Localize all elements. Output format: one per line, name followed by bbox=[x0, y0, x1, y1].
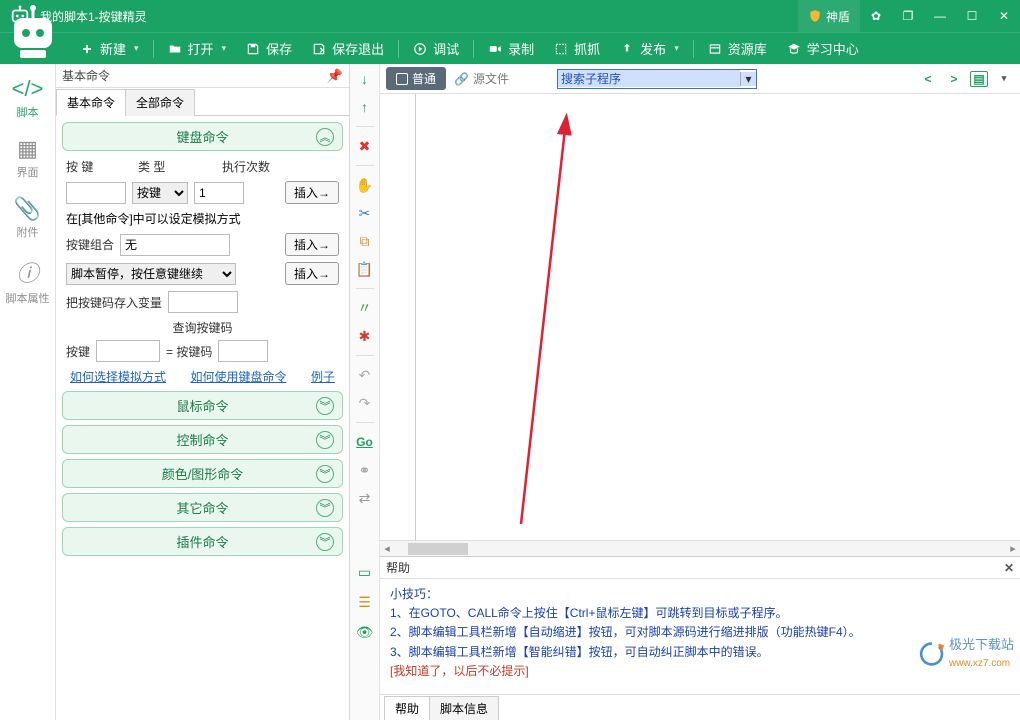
rail-attach[interactable]: 📎附件 bbox=[0, 190, 56, 248]
record-button[interactable]: 录制 bbox=[478, 33, 544, 64]
section-keyboard[interactable]: 键盘命令︽ bbox=[62, 122, 343, 151]
debug-button[interactable]: 调试 bbox=[403, 33, 469, 64]
hand-icon[interactable]: ✋ bbox=[354, 174, 376, 196]
mode-source[interactable]: 🔗源文件 bbox=[454, 70, 509, 87]
save-button[interactable]: 保存 bbox=[236, 33, 302, 64]
window-title: 我的脚本1-按键精灵 bbox=[40, 8, 798, 25]
help-tip-header: 小技巧： bbox=[390, 585, 1010, 604]
save-exit-button[interactable]: 保存退出 bbox=[302, 33, 394, 64]
find-icon[interactable]: ⚭ bbox=[354, 459, 376, 481]
bottom-tab-help[interactable]: 帮助 bbox=[384, 696, 430, 720]
section-mouse[interactable]: 鼠标命令︾ bbox=[62, 391, 343, 420]
help-eye-icon[interactable]: 👁 bbox=[355, 622, 375, 642]
insert-button-1[interactable]: 插入→ bbox=[285, 181, 339, 204]
layout-caret[interactable]: ▾ bbox=[994, 69, 1014, 89]
help-dismiss[interactable]: [我知道了，以后不必提示] bbox=[390, 662, 1010, 681]
tab-basic-cmd[interactable]: 基本命令 bbox=[56, 89, 126, 116]
shield-label: 神盾 bbox=[826, 8, 850, 25]
move-up-icon[interactable]: ↑ bbox=[354, 96, 376, 118]
pause-select[interactable]: 脚本暂停，按任意键继续 bbox=[66, 263, 236, 285]
mode-normal[interactable]: 普通 bbox=[386, 67, 446, 90]
key2-input[interactable] bbox=[96, 340, 160, 362]
help-line-3: 3、脚本编辑工具栏新增【智能纠错】按钮，可自动纠正脚本中的错误。 bbox=[390, 643, 1010, 662]
cmd-header: 基本命令 bbox=[62, 67, 110, 84]
help-info-icon[interactable]: ☰ bbox=[355, 592, 375, 612]
section-control[interactable]: 控制命令︾ bbox=[62, 425, 343, 454]
school-button[interactable]: 学习中心 bbox=[777, 33, 869, 64]
chevron-down-icon: ︾ bbox=[316, 499, 334, 517]
chevron-down-icon: ︾ bbox=[316, 431, 334, 449]
cut-icon[interactable]: ✂ bbox=[354, 202, 376, 224]
var-input[interactable] bbox=[168, 291, 238, 313]
open-button[interactable]: 打开▾ bbox=[158, 33, 237, 64]
help-title: 帮助 bbox=[386, 559, 410, 576]
undo-icon[interactable]: ↶ bbox=[354, 364, 376, 386]
layout-icon[interactable]: ▤ bbox=[970, 71, 988, 87]
rail-props[interactable]: ⓘ脚本属性 bbox=[0, 250, 56, 314]
editor-gutter bbox=[380, 94, 416, 540]
window-restore-icon[interactable]: ❐ bbox=[892, 0, 924, 32]
shield-button[interactable]: 神盾 bbox=[798, 0, 860, 32]
dropdown-icon[interactable]: ▾ bbox=[740, 72, 756, 86]
chevron-up-icon: ︽ bbox=[316, 128, 334, 146]
section-other[interactable]: 其它命令︾ bbox=[62, 493, 343, 522]
keycode-output[interactable] bbox=[218, 340, 268, 362]
rail-script[interactable]: </>脚本 bbox=[0, 70, 56, 128]
copy-icon[interactable]: ⧉ bbox=[354, 230, 376, 252]
replace-icon[interactable]: ⇄ bbox=[354, 487, 376, 509]
help-close-icon[interactable]: ✕ bbox=[1004, 561, 1014, 575]
key-input[interactable] bbox=[66, 182, 126, 204]
help-line-2: 2、脚本编辑工具栏新增【自动缩进】按钮，可对脚本源码进行缩进排版（功能热键F4）… bbox=[390, 623, 1010, 642]
app-icon-large bbox=[8, 4, 58, 60]
grab-button[interactable]: 抓抓 bbox=[544, 33, 610, 64]
search-subroutine[interactable]: 搜索子程序▾ bbox=[557, 69, 757, 89]
combo-input[interactable] bbox=[120, 234, 230, 256]
section-color[interactable]: 颜色/图形命令︾ bbox=[62, 459, 343, 488]
link-kb-cmd[interactable]: 如何使用键盘命令 bbox=[190, 368, 286, 385]
chevron-down-icon: ︾ bbox=[316, 397, 334, 415]
move-down-icon[interactable]: ↓ bbox=[354, 68, 376, 90]
uncomment-icon[interactable]: ✱ bbox=[354, 325, 376, 347]
pin-icon[interactable]: 📌 bbox=[327, 68, 343, 84]
comment-icon[interactable]: 〃 bbox=[354, 297, 376, 319]
close-icon[interactable]: ✕ bbox=[988, 0, 1020, 32]
times-input[interactable] bbox=[194, 182, 244, 204]
bottom-tab-script-info[interactable]: 脚本信息 bbox=[429, 696, 499, 720]
link-icon: 🔗 bbox=[454, 72, 469, 86]
minimize-icon[interactable]: — bbox=[924, 0, 956, 32]
chevron-down-icon: ︾ bbox=[316, 533, 334, 551]
insert-button-3[interactable]: 插入→ bbox=[285, 262, 339, 285]
nav-next-icon[interactable]: > bbox=[944, 69, 964, 89]
chevron-down-icon: ︾ bbox=[316, 465, 334, 483]
link-sim-mode[interactable]: 如何选择模拟方式 bbox=[70, 368, 166, 385]
paste-icon[interactable]: 📋 bbox=[354, 258, 376, 280]
delete-icon[interactable]: ✖ bbox=[354, 135, 376, 157]
section-plugin[interactable]: 插件命令︾ bbox=[62, 527, 343, 556]
nav-prev-icon[interactable]: < bbox=[918, 69, 938, 89]
tab-all-cmd[interactable]: 全部命令 bbox=[125, 89, 195, 116]
editor-canvas[interactable] bbox=[416, 94, 1020, 540]
new-button[interactable]: 新建▾ bbox=[70, 33, 149, 64]
query-title: 查询按键码 bbox=[66, 319, 339, 336]
redo-icon[interactable]: ↷ bbox=[354, 392, 376, 414]
settings-icon[interactable]: ✿ bbox=[860, 0, 892, 32]
go-icon[interactable]: Go bbox=[354, 431, 376, 453]
rail-ui[interactable]: ▦界面 bbox=[0, 130, 56, 188]
resources-button[interactable]: 资源库 bbox=[698, 33, 777, 64]
editor-scrollbar[interactable]: ◂▸ bbox=[380, 540, 1020, 556]
link-example[interactable]: 例子 bbox=[311, 368, 335, 385]
note-sim-mode: 在[其他命令]中可以设定模拟方式 bbox=[66, 210, 241, 227]
publish-button[interactable]: 发布▾ bbox=[610, 33, 689, 64]
help-line-1: 1、在GOTO、CALL命令上按住【Ctrl+鼠标左键】可跳转到目标或子程序。 bbox=[390, 604, 1010, 623]
help-tab-icon[interactable]: ▭ bbox=[355, 562, 375, 582]
insert-button-2[interactable]: 插入→ bbox=[285, 233, 339, 256]
type-select[interactable]: 按键 bbox=[132, 182, 188, 204]
maximize-icon[interactable]: ☐ bbox=[956, 0, 988, 32]
